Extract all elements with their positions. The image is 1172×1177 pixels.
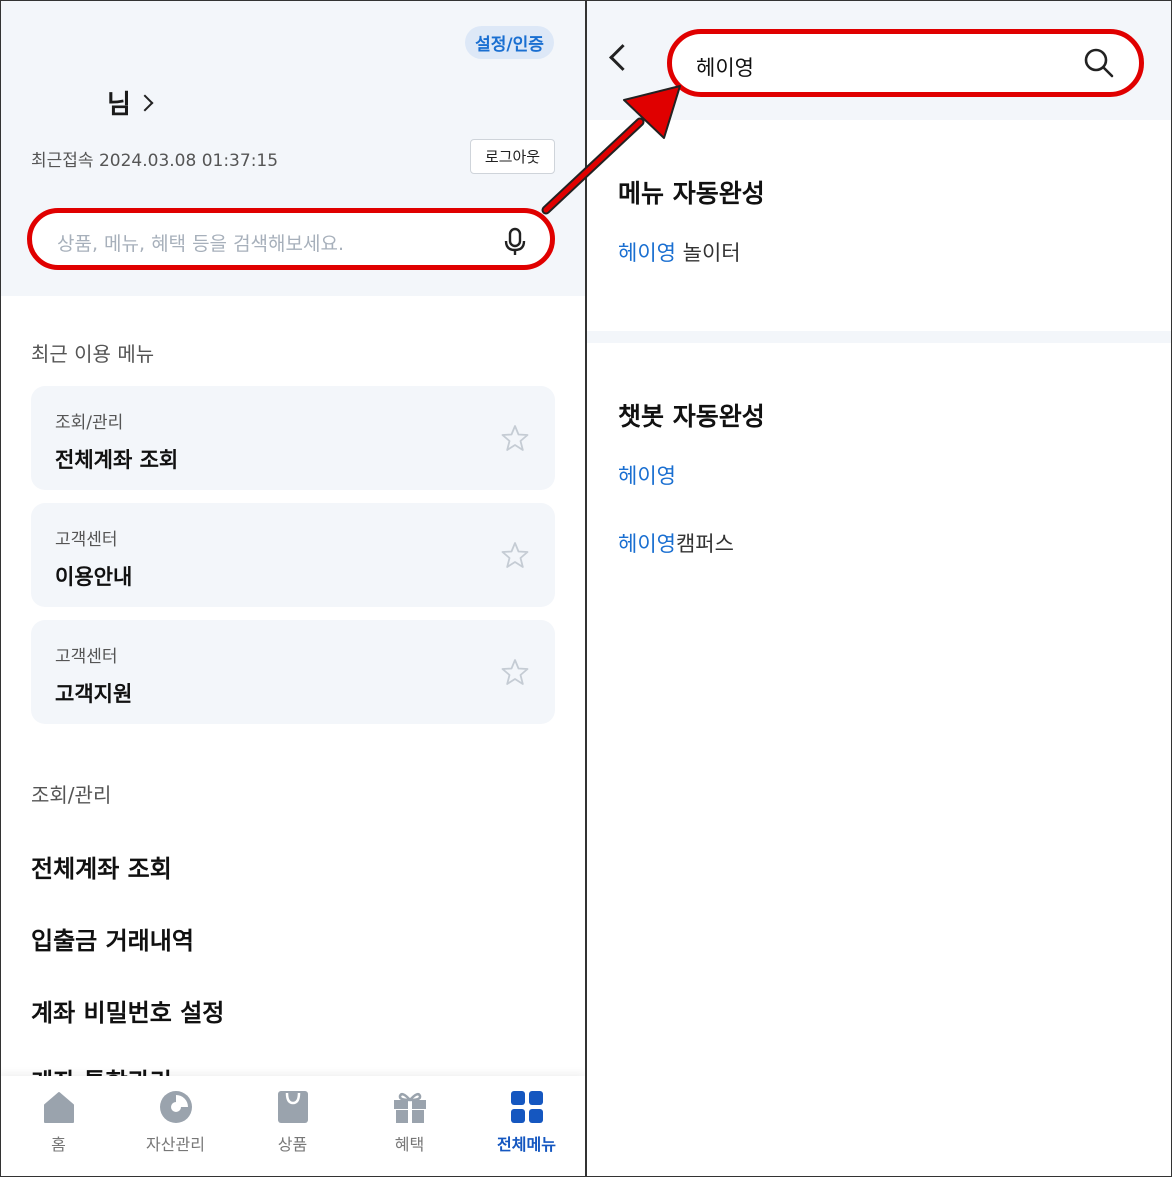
profile-header: 설정/인증 님 최근접속 2024.03.08 01:37:15 로그아웃 상품… xyxy=(0,0,585,296)
chatbot-autocomplete-title: 챗봇 자동완성 xyxy=(618,402,765,431)
suggestion-highlight: 헤이영 xyxy=(618,532,676,556)
recent-card[interactable]: 고객센터 고객지원 xyxy=(31,620,555,724)
left-screen: 설정/인증 님 최근접속 2024.03.08 01:37:15 로그아웃 상품… xyxy=(0,0,587,1177)
pie-chart-icon xyxy=(159,1091,192,1123)
tab-label: 상품 xyxy=(277,1135,308,1154)
tab-home[interactable]: 홈 xyxy=(0,1076,117,1177)
recent-card-category: 고객센터 xyxy=(55,647,118,667)
tab-label: 자산관리 xyxy=(146,1135,205,1154)
recent-card-title: 전체계좌 조회 xyxy=(55,448,179,472)
star-icon[interactable] xyxy=(501,658,529,686)
right-screen: 헤이영 메뉴 자동완성 헤이영 놀이터 챗봇 자동완성 헤이영 헤이영캠퍼스 xyxy=(587,0,1172,1177)
recent-card-title: 고객지원 xyxy=(55,682,133,706)
tab-benefits[interactable]: 혜택 xyxy=(351,1076,468,1177)
tab-products[interactable]: 상품 xyxy=(234,1076,351,1177)
home-icon xyxy=(43,1092,74,1123)
recent-card-title: 이용안내 xyxy=(55,565,133,589)
tab-label: 홈 xyxy=(51,1135,66,1154)
tab-assets[interactable]: 자산관리 xyxy=(117,1076,234,1177)
chatbot-suggestion[interactable]: 헤이영 xyxy=(618,460,676,490)
recent-card[interactable]: 조회/관리 전체계좌 조회 xyxy=(31,386,555,490)
last-login-text: 최근접속 2024.03.08 01:37:15 xyxy=(31,151,279,171)
search-value: 헤이영 xyxy=(696,56,754,80)
settings-auth-button[interactable]: 설정/인증 xyxy=(465,26,554,59)
chevron-right-icon xyxy=(136,94,154,111)
logout-button[interactable]: 로그아웃 xyxy=(470,139,555,174)
menu-autocomplete-title: 메뉴 자동완성 xyxy=(618,179,765,208)
search-header: 헤이영 xyxy=(587,0,1172,120)
suggestion-rest: 놀이터 xyxy=(675,241,741,265)
tab-label: 혜택 xyxy=(394,1135,425,1154)
menu-item[interactable]: 입출금 거래내역 xyxy=(31,921,194,956)
recent-card-category: 고객센터 xyxy=(55,530,118,550)
chatbot-suggestion[interactable]: 헤이영캠퍼스 xyxy=(618,528,734,558)
star-icon[interactable] xyxy=(501,424,529,452)
menu-suggestion[interactable]: 헤이영 놀이터 xyxy=(618,237,741,267)
search-input[interactable]: 헤이영 xyxy=(667,29,1144,97)
search-icon[interactable] xyxy=(1083,47,1115,79)
recent-menu-label: 최근 이용 메뉴 xyxy=(31,342,155,366)
search-input[interactable]: 상품, 메뉴, 혜택 등을 검색해보세요. xyxy=(27,208,555,270)
microphone-icon[interactable] xyxy=(502,227,528,257)
section-divider xyxy=(587,331,1172,343)
suggestion-highlight: 헤이영 xyxy=(618,464,676,488)
grid-menu-icon xyxy=(510,1091,543,1123)
bottom-tab-bar: 홈 자산관리 상품 혜택 전체메뉴 xyxy=(0,1076,585,1177)
tab-all-menu[interactable]: 전체메뉴 xyxy=(468,1076,585,1177)
section-label: 조회/관리 xyxy=(31,783,112,807)
user-name-label: 님 xyxy=(107,90,131,120)
tab-label: 전체메뉴 xyxy=(497,1135,556,1154)
search-placeholder: 상품, 메뉴, 혜택 등을 검색해보세요. xyxy=(57,233,344,255)
gift-icon xyxy=(393,1092,426,1123)
menu-item[interactable]: 전체계좌 조회 xyxy=(31,849,172,884)
recent-card-category: 조회/관리 xyxy=(55,413,124,433)
suggestion-highlight: 헤이영 xyxy=(618,241,676,265)
suggestion-rest: 캠퍼스 xyxy=(675,532,734,556)
menu-item[interactable]: 계좌 비밀번호 설정 xyxy=(31,993,224,1028)
star-icon[interactable] xyxy=(501,541,529,569)
back-arrow-icon[interactable] xyxy=(609,44,636,71)
recent-card[interactable]: 고객센터 이용안내 xyxy=(31,503,555,607)
user-name-link[interactable]: 님 xyxy=(107,84,154,121)
shopping-bag-icon xyxy=(277,1091,308,1123)
